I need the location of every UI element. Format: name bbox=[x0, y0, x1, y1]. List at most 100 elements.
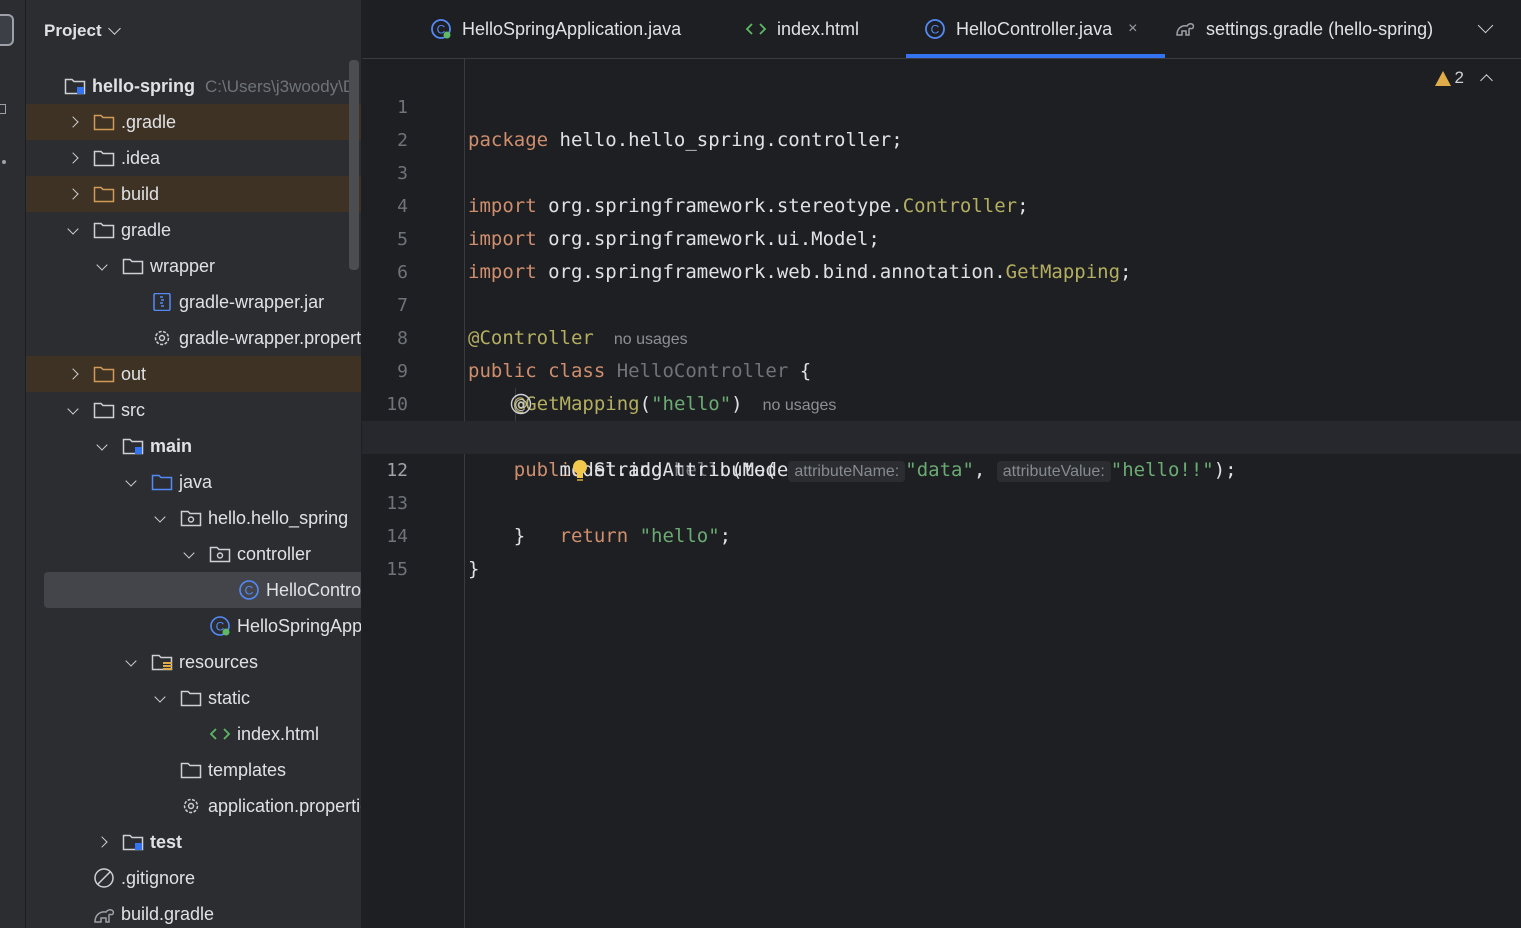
tree-item-label: controller bbox=[237, 543, 312, 564]
chevron-down-icon[interactable] bbox=[67, 403, 79, 415]
tree-item-label: resources bbox=[179, 651, 259, 672]
tree-item[interactable]: resources bbox=[26, 644, 361, 680]
tree-item[interactable]: .gitignore bbox=[26, 860, 361, 896]
gradle-icon bbox=[93, 905, 115, 923]
tab-index-html[interactable]: index.html bbox=[745, 0, 859, 58]
tabs-overflow-chevron-icon[interactable] bbox=[1477, 17, 1494, 34]
code-line[interactable]: 13 } bbox=[362, 454, 1521, 547]
code-line[interactable]: 1 package hello.hello_spring.controller; bbox=[362, 58, 1521, 151]
folder-excluded-icon bbox=[93, 113, 115, 131]
source-root-folder-icon bbox=[122, 437, 144, 455]
chevron-down-icon[interactable] bbox=[154, 511, 166, 523]
tree-item[interactable]: gradle-wrapper.jar bbox=[26, 284, 361, 320]
tree-item[interactable]: main bbox=[26, 428, 361, 464]
tree-item-label: hello.hello_spring bbox=[208, 507, 349, 528]
code-editor[interactable]: 1 package hello.hello_spring.controller;… bbox=[362, 58, 1521, 928]
tree-item[interactable]: out bbox=[26, 356, 361, 392]
code-line[interactable]: 3 import org.springframework.stereotype.… bbox=[362, 124, 1521, 217]
code-line[interactable]: 6 bbox=[362, 223, 1521, 283]
tree-item[interactable]: build.gradle bbox=[26, 896, 361, 928]
chevron-right-icon[interactable] bbox=[67, 188, 79, 200]
tree-item[interactable]: .idea bbox=[26, 140, 361, 176]
folder-excluded-icon bbox=[93, 185, 115, 203]
chevron-down-icon[interactable] bbox=[125, 655, 137, 667]
chevron-down-icon bbox=[107, 22, 121, 35]
properties-gear-icon bbox=[151, 329, 173, 347]
tree-item[interactable]: gradle-wrapper.properties bbox=[26, 320, 361, 356]
code-line[interactable]: 2 bbox=[362, 91, 1521, 151]
tab-settings-gradle[interactable]: settings.gradle (hello-spring) bbox=[1174, 0, 1433, 58]
tab-hello-spring-application[interactable]: C HelloSpringApplication.java bbox=[430, 0, 681, 58]
chevron-right-icon[interactable] bbox=[67, 152, 79, 164]
tree-item-label: gradle-wrapper.properties bbox=[179, 327, 361, 348]
tree-item[interactable]: build bbox=[26, 176, 361, 212]
jar-file-icon bbox=[151, 292, 173, 312]
tree-item[interactable]: java bbox=[26, 464, 361, 500]
tree-item[interactable]: src bbox=[26, 392, 361, 428]
tree-item[interactable]: templates bbox=[26, 752, 361, 788]
code-line[interactable]: 5 import org.springframework.web.bind.an… bbox=[362, 190, 1521, 283]
tree-item-label: static bbox=[208, 687, 251, 708]
chevron-down-icon[interactable] bbox=[183, 547, 195, 559]
tree-item-label: HelloSpringApplica bbox=[237, 615, 361, 636]
folder-icon bbox=[93, 149, 115, 167]
code-line[interactable]: 8 public class HelloController { bbox=[362, 289, 1521, 382]
folder-icon bbox=[93, 401, 115, 419]
folder-excluded-icon bbox=[93, 365, 115, 383]
chevron-down-icon[interactable] bbox=[125, 475, 137, 487]
code-line[interactable]: 14 } bbox=[362, 487, 1521, 580]
resources-folder-icon bbox=[151, 653, 173, 671]
tree-item[interactable]: .gradle bbox=[26, 104, 361, 140]
code-line[interactable]: 9 @GetMapping("hello") no usages bbox=[362, 322, 1521, 415]
tree-item[interactable]: static bbox=[26, 680, 361, 716]
chevron-right-icon[interactable] bbox=[67, 116, 79, 128]
chevron-down-icon[interactable] bbox=[67, 223, 79, 235]
tree-item-label: gradle-wrapper.jar bbox=[179, 291, 325, 312]
project-path: C:\Users\j3woody\D bbox=[205, 76, 356, 96]
chevron-down-icon[interactable] bbox=[96, 259, 108, 271]
line-number: 15 bbox=[386, 559, 408, 580]
tree-item[interactable]: gradle bbox=[26, 212, 361, 248]
tab-hello-controller[interactable]: C HelloController.java × bbox=[906, 0, 1166, 58]
commit-tool-icon[interactable] bbox=[0, 104, 6, 114]
spring-class-icon: C bbox=[430, 18, 452, 40]
tree-item-label: wrapper bbox=[150, 255, 216, 276]
tree-item[interactable]: controller bbox=[26, 536, 361, 572]
tree-item[interactable]: C HelloSpringApplica bbox=[26, 608, 361, 644]
tree-item[interactable]: hello.hello_spring bbox=[26, 500, 361, 536]
editor-area: C HelloSpringApplication.java index.html… bbox=[362, 0, 1521, 928]
code-line[interactable]: 7 @Controller no usages bbox=[362, 256, 1521, 349]
code-line[interactable]: 11 model.addAttribute( attributeName:"da… bbox=[362, 388, 1521, 482]
project-tool-button[interactable] bbox=[0, 14, 14, 46]
tree-item[interactable]: wrapper bbox=[26, 248, 361, 284]
tree-item[interactable]: test bbox=[26, 824, 361, 860]
close-tab-icon[interactable]: × bbox=[1128, 20, 1137, 38]
code-line[interactable]: 10 @ public String hello(Model model){ bbox=[362, 355, 1521, 481]
more-tools-icon[interactable] bbox=[2, 160, 6, 164]
lightbulb-icon[interactable] bbox=[478, 425, 587, 481]
chevron-down-icon[interactable] bbox=[96, 439, 108, 451]
properties-gear-icon bbox=[180, 797, 202, 815]
html-file-icon bbox=[209, 725, 231, 743]
tree-item[interactable]: hello-spring C:\Users\j3woody\D bbox=[26, 68, 361, 104]
project-view-selector[interactable]: Project bbox=[44, 19, 121, 43]
spring-class-icon: C bbox=[209, 615, 231, 636]
java-source-folder-icon bbox=[151, 473, 173, 491]
request-mapping-gutter-icon[interactable]: @ bbox=[418, 360, 531, 415]
chevron-down-icon[interactable] bbox=[154, 691, 166, 703]
tree-item[interactable]: application.properties bbox=[26, 788, 361, 824]
tree-item-label: index.html bbox=[237, 723, 320, 744]
tree-item-label: .gradle bbox=[121, 111, 177, 132]
package-icon bbox=[209, 545, 231, 563]
folder-icon bbox=[93, 221, 115, 239]
code-line-current[interactable]: 12 return "hello"; bbox=[362, 421, 1521, 547]
chevron-right-icon[interactable] bbox=[67, 368, 79, 380]
tree-item[interactable]: index.html bbox=[26, 716, 361, 752]
chevron-right-icon[interactable] bbox=[96, 836, 108, 848]
editor-tabs: C HelloSpringApplication.java index.html… bbox=[362, 0, 1521, 59]
tree-item[interactable]: C HelloController bbox=[44, 572, 361, 608]
code-line[interactable]: 4 import org.springframework.ui.Model; bbox=[362, 157, 1521, 250]
project-scrollbar[interactable] bbox=[349, 60, 359, 270]
tree-item-label: out bbox=[121, 363, 147, 384]
code-line[interactable]: 15 bbox=[362, 520, 1521, 580]
